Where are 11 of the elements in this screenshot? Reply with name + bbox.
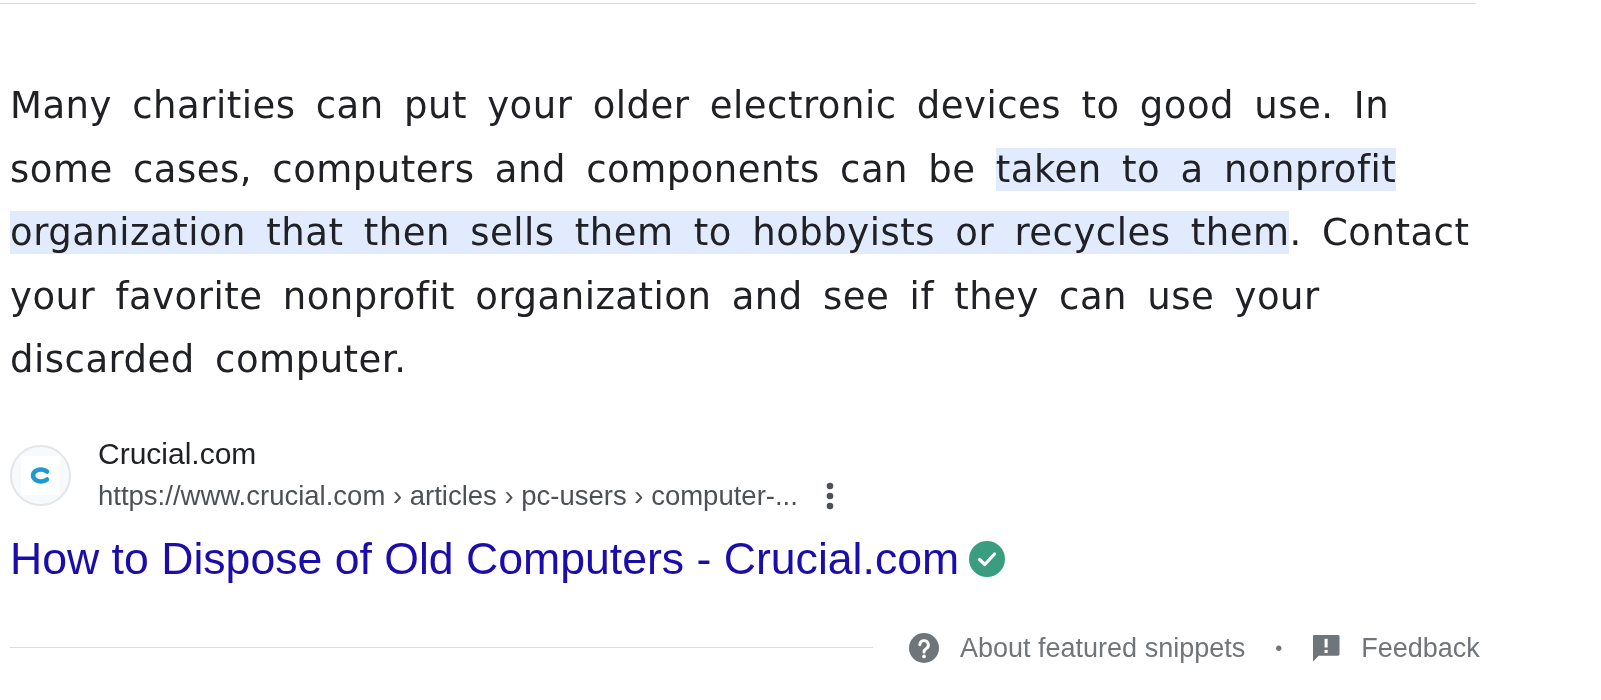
result-title-link[interactable]: How to Dispose of Old Computers - Crucial.com — [10, 530, 960, 587]
feedback-link[interactable]: Feedback — [1312, 627, 1480, 668]
feedback-icon — [1312, 633, 1341, 662]
site-logo-icon — [10, 445, 71, 506]
snippet-paragraph: Many charities can put your older electronic devices to good use. In some cases, computers and components can be taken to a nonprofit organization that then sells them to hobbyists or recycles them. Contact your favorite nonprofit organization and see if they can use your discarded computer. — [10, 83, 1471, 383]
more-options-icon[interactable] — [824, 481, 835, 510]
separator-dot: • — [1275, 635, 1283, 661]
breadcrumb-url: https://www.crucial.com › articles › pc-users › computer-... — [98, 478, 798, 513]
about-snippets-link[interactable]: About featured snippets — [909, 627, 1246, 668]
site-name: Crucial.com — [98, 435, 258, 472]
help-icon — [909, 632, 939, 663]
